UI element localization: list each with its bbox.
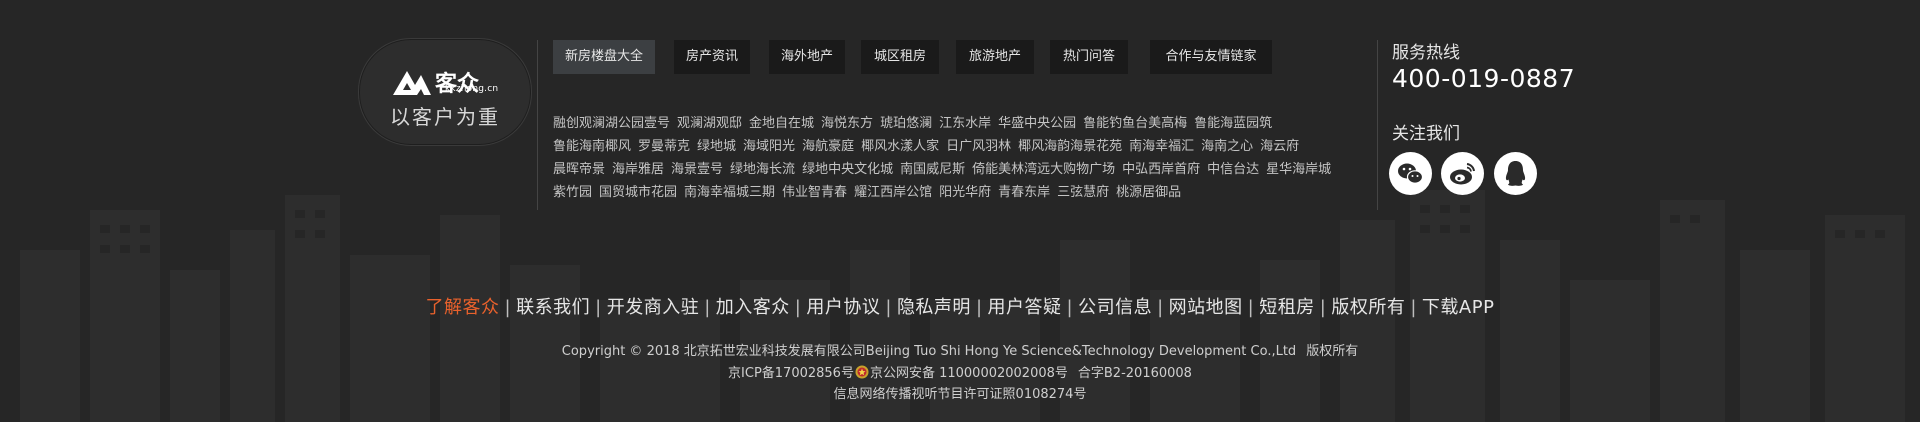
license-line: 京ICP备17002856号 京公网安备 11000002002008号 合字B2-… xyxy=(0,362,1920,381)
property-link[interactable]: 华盛中央公园 xyxy=(998,116,1076,131)
copyright-rights: 版权所有 xyxy=(1306,344,1359,359)
tab-new-homes[interactable]: 新房楼盘大全 xyxy=(553,40,655,74)
property-link[interactable]: 阳光华府 xyxy=(939,185,991,200)
tab-city-rentals[interactable]: 城区租房 xyxy=(861,40,939,74)
property-link[interactable]: 琥珀悠澜 xyxy=(880,116,932,131)
footer-separator: | xyxy=(1410,297,1417,318)
property-link[interactable]: 中弘西岸首府 xyxy=(1122,162,1200,177)
hotline-label: 服务热线 xyxy=(1392,43,1460,63)
tab-partners-links[interactable]: 合作与友情链家 xyxy=(1150,40,1272,74)
property-link[interactable]: 椰风海韵海景花苑 xyxy=(1018,139,1122,154)
property-link[interactable]: 海航豪庭 xyxy=(802,139,854,154)
footer-link[interactable]: 加入客众 xyxy=(716,297,790,318)
footer-nav: 了解客众 | 联系我们 | 开发商入驻 | 加入客众 | 用户协议 | 隐私声明 | 用户答疑 | 公司信息… xyxy=(0,293,1920,319)
footer-link[interactable]: 用户协议 xyxy=(806,297,880,318)
site-logo[interactable]: 客众 kkzhong.cn 以客户为重 xyxy=(358,38,532,146)
footer-separator: | xyxy=(1066,297,1074,318)
footer-link[interactable]: 开发商入驻 xyxy=(607,297,700,318)
footer-separator: | xyxy=(595,297,602,318)
property-link[interactable]: 日广风羽林 xyxy=(946,139,1011,154)
property-link[interactable]: 紫竹园 xyxy=(553,185,592,200)
icp-record[interactable]: 京ICP备17002856号 xyxy=(728,366,854,381)
property-link[interactable]: 江东水岸 xyxy=(939,116,991,131)
property-link[interactable]: 鲁能海南椰风 xyxy=(553,139,631,154)
property-link[interactable]: 观澜湖观邸 xyxy=(677,116,742,131)
footer-link[interactable]: 下载APP xyxy=(1422,297,1495,318)
footer-separator: | xyxy=(794,297,802,318)
property-link[interactable]: 南海幸福汇 xyxy=(1129,139,1194,154)
footer-separator: | xyxy=(1157,297,1164,318)
footer-link[interactable]: 用户答疑 xyxy=(988,297,1062,318)
tab-hot-questions[interactable]: 热门问答 xyxy=(1050,40,1128,74)
logo-domain: kkzhong.cn xyxy=(445,84,499,94)
hotline-number[interactable]: 400-019-0887 xyxy=(1392,64,1575,93)
footer-separator: | xyxy=(1319,297,1327,318)
weibo-icon[interactable] xyxy=(1441,152,1484,195)
property-link[interactable]: 星华海岸城 xyxy=(1266,162,1331,177)
property-link[interactable]: 海南之心 xyxy=(1201,139,1253,154)
property-link[interactable]: 南海幸福城三期 xyxy=(684,185,775,200)
tab-tourism-property[interactable]: 旅游地产 xyxy=(956,40,1034,74)
footer-link[interactable]: 短租房 xyxy=(1259,297,1315,318)
copyright-text: Copyright © 2018 北京拓世宏业科技发展有限公司Beijing T… xyxy=(561,344,1297,359)
footer-separator: | xyxy=(704,297,711,318)
property-link[interactable]: 海云府 xyxy=(1260,139,1299,154)
property-link[interactable]: 南国威尼斯 xyxy=(900,162,965,177)
property-link[interactable]: 绿地海长流 xyxy=(730,162,795,177)
property-link[interactable]: 国贸城市花园 xyxy=(599,185,677,200)
property-link[interactable]: 伟业智青春 xyxy=(782,185,847,200)
footer-link[interactable]: 了解客众 xyxy=(426,297,500,318)
tab-overseas-property[interactable]: 海外地产 xyxy=(769,40,845,74)
footer-separator: | xyxy=(504,297,512,318)
footer-separator: | xyxy=(885,297,892,318)
logo-slogan: 以客户为重 xyxy=(390,105,500,129)
tab-real-estate-news[interactable]: 房产资讯 xyxy=(674,40,750,74)
wechat-icon[interactable] xyxy=(1389,152,1432,195)
property-link[interactable]: 桃源居御品 xyxy=(1116,185,1181,200)
police-record[interactable]: 京公网安备 11000002002008号 xyxy=(870,366,1068,381)
divider-left xyxy=(537,40,538,210)
property-link[interactable]: 倚能美林湾远大购物广场 xyxy=(972,162,1115,177)
footer-link[interactable]: 网站地图 xyxy=(1169,297,1243,318)
footer-link[interactable]: 联系我们 xyxy=(516,297,590,318)
logo-mark-icon: 客众 xyxy=(393,71,479,97)
property-link[interactable]: 罗曼蒂克 xyxy=(638,139,690,154)
property-link[interactable]: 海悦东方 xyxy=(821,116,873,131)
footer-link[interactable]: 版权所有 xyxy=(1331,297,1405,318)
divider-right xyxy=(1377,40,1378,210)
footer-link[interactable]: 隐私声明 xyxy=(897,297,971,318)
footer-link[interactable]: 公司信息 xyxy=(1078,297,1152,318)
property-links-list: 融创观澜湖公园壹号 观澜湖观邸 金地自在城 海悦东方 琥珀悠澜 江东水岸 华盛中央公园 鲁能钓… xyxy=(553,112,1360,204)
footer-separator: | xyxy=(975,297,983,318)
property-link[interactable]: 椰风水漾人家 xyxy=(861,139,939,154)
property-link[interactable]: 青春东岸 xyxy=(998,185,1050,200)
av-license: 信息网络传播视听节目许可证照0108274号 xyxy=(833,387,1087,402)
b2-license: 合字B2-20160008 xyxy=(1077,366,1192,381)
property-link[interactable]: 海景壹号 xyxy=(671,162,723,177)
footer-separator: | xyxy=(1247,297,1255,318)
property-link[interactable]: 晨晖帝景 xyxy=(553,162,605,177)
property-link[interactable]: 三弦慧府 xyxy=(1057,185,1109,200)
property-link[interactable]: 绿地城 xyxy=(697,139,736,154)
property-link[interactable]: 中信台达 xyxy=(1207,162,1259,177)
qq-icon[interactable] xyxy=(1494,152,1537,195)
property-link[interactable]: 海岸雅居 xyxy=(612,162,664,177)
property-link[interactable]: 耀江西岸公馆 xyxy=(854,185,932,200)
av-license-line: 信息网络传播视听节目许可证照0108274号 xyxy=(0,383,1920,402)
police-badge-icon xyxy=(855,365,869,379)
property-link[interactable]: 金地自在城 xyxy=(749,116,814,131)
property-link[interactable]: 融创观澜湖公园壹号 xyxy=(553,116,670,131)
property-link[interactable]: 鲁能钓鱼台美高梅 xyxy=(1083,116,1187,131)
property-link[interactable]: 鲁能海蓝园筑 xyxy=(1194,116,1272,131)
follow-us-label: 关注我们 xyxy=(1392,124,1460,144)
property-link[interactable]: 海域阳光 xyxy=(743,139,795,154)
property-link[interactable]: 绿地中央文化城 xyxy=(802,162,893,177)
copyright-line: Copyright © 2018 北京拓世宏业科技发展有限公司Beijing T… xyxy=(0,340,1920,359)
